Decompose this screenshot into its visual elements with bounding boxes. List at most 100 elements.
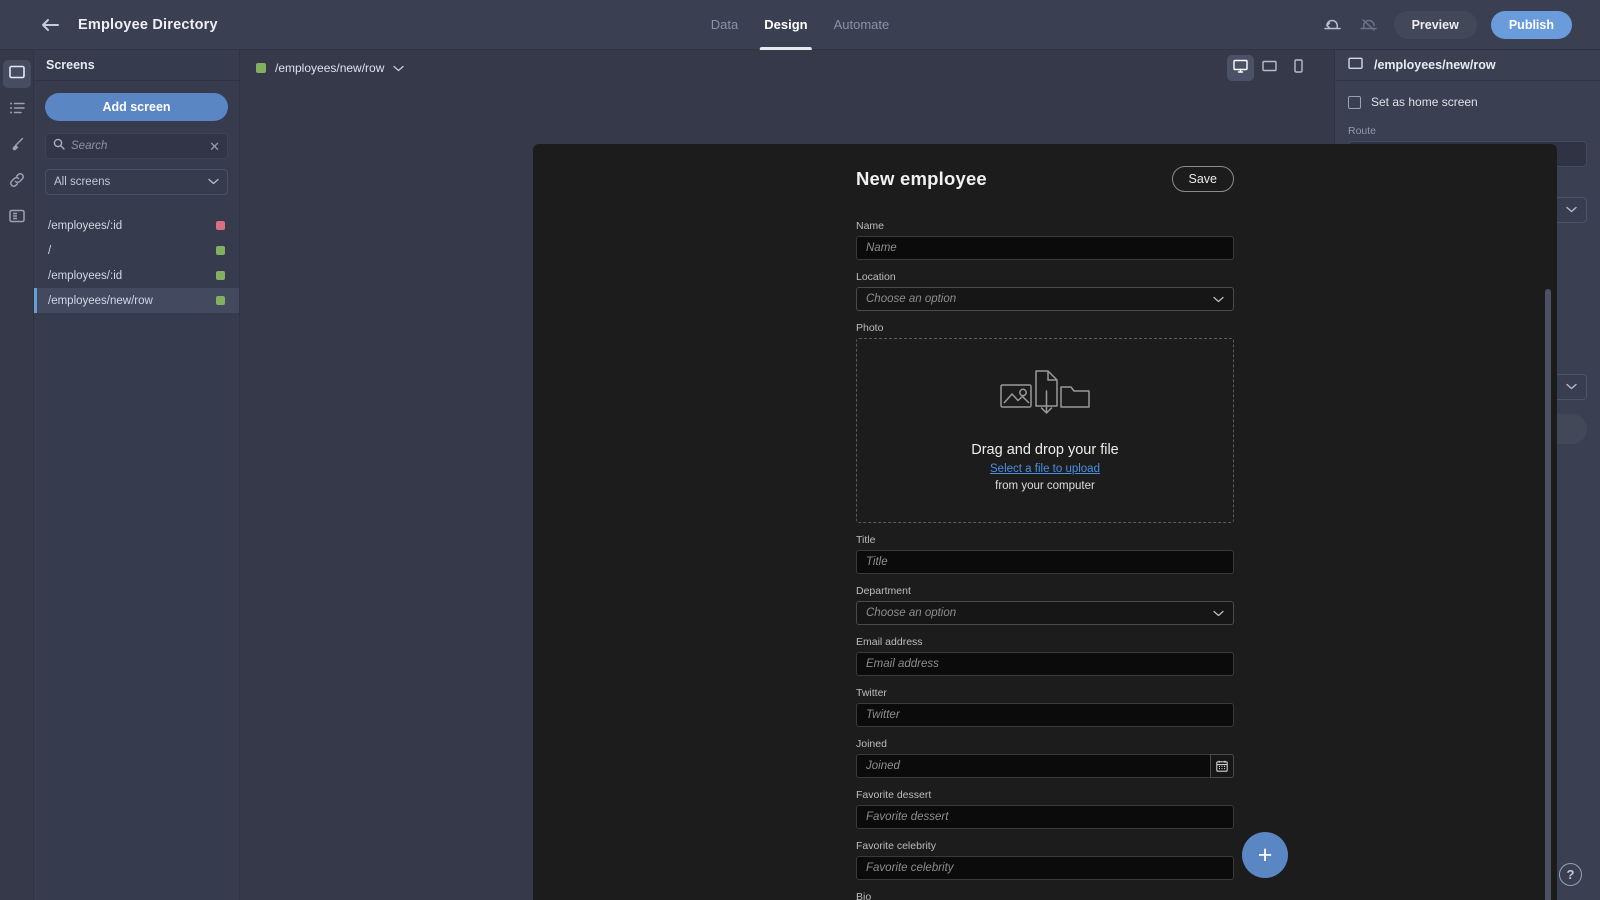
screens-search-box[interactable]: Search ✕ — [45, 133, 228, 159]
location-select[interactable]: Choose an option — [856, 287, 1234, 311]
screen-route-label: /employees/:id — [48, 270, 122, 282]
field-favorite-dessert: Favorite dessert Favorite dessert — [856, 789, 1234, 829]
field-label: Joined — [856, 738, 1234, 750]
screen-list-item[interactable]: / — [34, 238, 239, 263]
field-department: Department Choose an option — [856, 585, 1234, 625]
undo-icon[interactable] — [1322, 14, 1344, 36]
icon-rail — [0, 50, 34, 900]
device-tablet-button[interactable] — [1256, 55, 1283, 81]
title-input[interactable]: Title — [856, 550, 1234, 574]
preview-scroll-container: New employee Save Name Name Location — [533, 144, 1557, 900]
field-favorite-celebrity: Favorite celebrity Favorite celebrity — [856, 840, 1234, 880]
app-body: Screens Add screen Search ✕ All screens — [0, 50, 1600, 900]
screen-list-item[interactable]: /employees/:id — [34, 213, 239, 238]
screen-list-item-selected[interactable]: /employees/new/row — [34, 288, 239, 313]
field-label: Department — [856, 585, 1234, 597]
rail-item-theme[interactable] — [3, 132, 31, 160]
dropzone-subtitle: from your computer — [995, 480, 1095, 492]
field-label: Bio — [856, 891, 1234, 900]
add-screen-button[interactable]: Add screen — [45, 93, 228, 121]
field-label: Photo — [856, 322, 1234, 334]
favorite-dessert-input[interactable]: Favorite dessert — [856, 805, 1234, 829]
preview-scrollbar[interactable] — [1545, 289, 1551, 900]
select-file-link[interactable]: Select a file to upload — [990, 463, 1100, 475]
field-twitter: Twitter Twitter — [856, 687, 1234, 727]
app-title: Employee Directory — [78, 17, 218, 33]
search-clear-icon[interactable]: ✕ — [209, 140, 220, 153]
help-button[interactable]: ? — [1559, 863, 1582, 886]
upload-illustration-icon — [1000, 369, 1090, 426]
screens-panel-header: Screens — [34, 50, 239, 81]
publish-button[interactable]: Publish — [1491, 11, 1572, 39]
mobile-icon — [1294, 59, 1303, 78]
screens-filter-select[interactable]: All screens — [45, 169, 228, 195]
screen-list: /employees/:id / /employees/:id /employe… — [34, 213, 239, 313]
canvas-area: /employees/new/row — [240, 50, 1334, 900]
theme-brush-icon — [9, 136, 25, 157]
search-input[interactable]: Search — [71, 140, 203, 152]
add-component-fab[interactable]: + — [1242, 832, 1288, 878]
screen-route-label: / — [48, 245, 51, 257]
field-joined: Joined Joined — [856, 738, 1234, 778]
rail-item-layout[interactable] — [3, 204, 31, 232]
save-button[interactable]: Save — [1172, 166, 1235, 192]
field-label: Twitter — [856, 687, 1234, 699]
links-icon — [9, 172, 25, 193]
location-select-value: Choose an option — [866, 293, 956, 305]
joined-input-group: Joined — [856, 754, 1234, 778]
main-tabs: Data Design Automate — [711, 0, 889, 50]
field-label: Location — [856, 271, 1234, 283]
canvas-route-selector[interactable]: /employees/new/row — [256, 61, 404, 75]
rail-item-links[interactable] — [3, 168, 31, 196]
favorite-celebrity-input[interactable]: Favorite celebrity — [856, 856, 1234, 880]
rail-item-screens[interactable] — [3, 60, 31, 88]
field-location: Location Choose an option — [856, 271, 1234, 311]
properties-panel-title: /employees/new/row — [1374, 58, 1496, 72]
top-bar: Employee Directory Data Design Automate — [0, 0, 1600, 50]
screen-status-dot — [216, 246, 225, 255]
screens-filter-value: All screens — [54, 176, 110, 188]
back-arrow-icon[interactable] — [40, 15, 60, 35]
screen-status-dot — [216, 221, 225, 230]
chevron-down-icon — [1213, 610, 1224, 617]
screens-panel: Screens Add screen Search ✕ All screens — [34, 50, 240, 900]
name-input[interactable]: Name — [856, 236, 1234, 260]
list-icon — [9, 101, 25, 120]
device-mobile-button[interactable] — [1285, 55, 1312, 81]
device-desktop-button[interactable] — [1227, 55, 1254, 81]
set-home-screen-checkbox[interactable] — [1348, 96, 1361, 109]
tab-automate[interactable]: Automate — [834, 0, 890, 50]
twitter-input[interactable]: Twitter — [856, 703, 1234, 727]
screen-list-item[interactable]: /employees/:id — [34, 263, 239, 288]
search-icon — [53, 137, 65, 155]
field-email: Email address Email address — [856, 636, 1234, 676]
field-label: Title — [856, 534, 1234, 546]
calendar-icon[interactable] — [1210, 754, 1234, 778]
field-label: Favorite celebrity — [856, 840, 1234, 852]
device-toggle-group — [1227, 55, 1312, 81]
email-input[interactable]: Email address — [856, 652, 1234, 676]
redo-disabled-icon[interactable] — [1358, 14, 1380, 36]
form-title: New employee — [856, 168, 987, 190]
properties-panel-header: /employees/new/row — [1335, 50, 1600, 81]
field-bio: Bio Bio — [856, 891, 1234, 900]
screen-icon — [1348, 57, 1363, 73]
field-label: Email address — [856, 636, 1234, 648]
tab-data[interactable]: Data — [711, 0, 738, 50]
preview-button[interactable]: Preview — [1394, 11, 1477, 39]
screens-icon — [9, 65, 25, 84]
set-home-screen-row[interactable]: Set as home screen — [1348, 95, 1587, 109]
form-header: New employee Save — [856, 166, 1234, 192]
department-select[interactable]: Choose an option — [856, 601, 1234, 625]
rail-item-components[interactable] — [3, 96, 31, 124]
screen-status-dot — [216, 271, 225, 280]
tablet-icon — [1262, 59, 1277, 77]
route-status-dot — [256, 63, 266, 73]
tab-design[interactable]: Design — [764, 0, 807, 50]
joined-input[interactable]: Joined — [856, 754, 1210, 778]
screens-panel-body: Add screen Search ✕ All screens — [34, 81, 239, 195]
app-root: Employee Directory Data Design Automate — [0, 0, 1600, 900]
top-bar-left: Employee Directory — [0, 15, 420, 35]
photo-dropzone[interactable]: Drag and drop your file Select a file to… — [856, 338, 1234, 523]
route-label: Route — [1348, 125, 1587, 137]
